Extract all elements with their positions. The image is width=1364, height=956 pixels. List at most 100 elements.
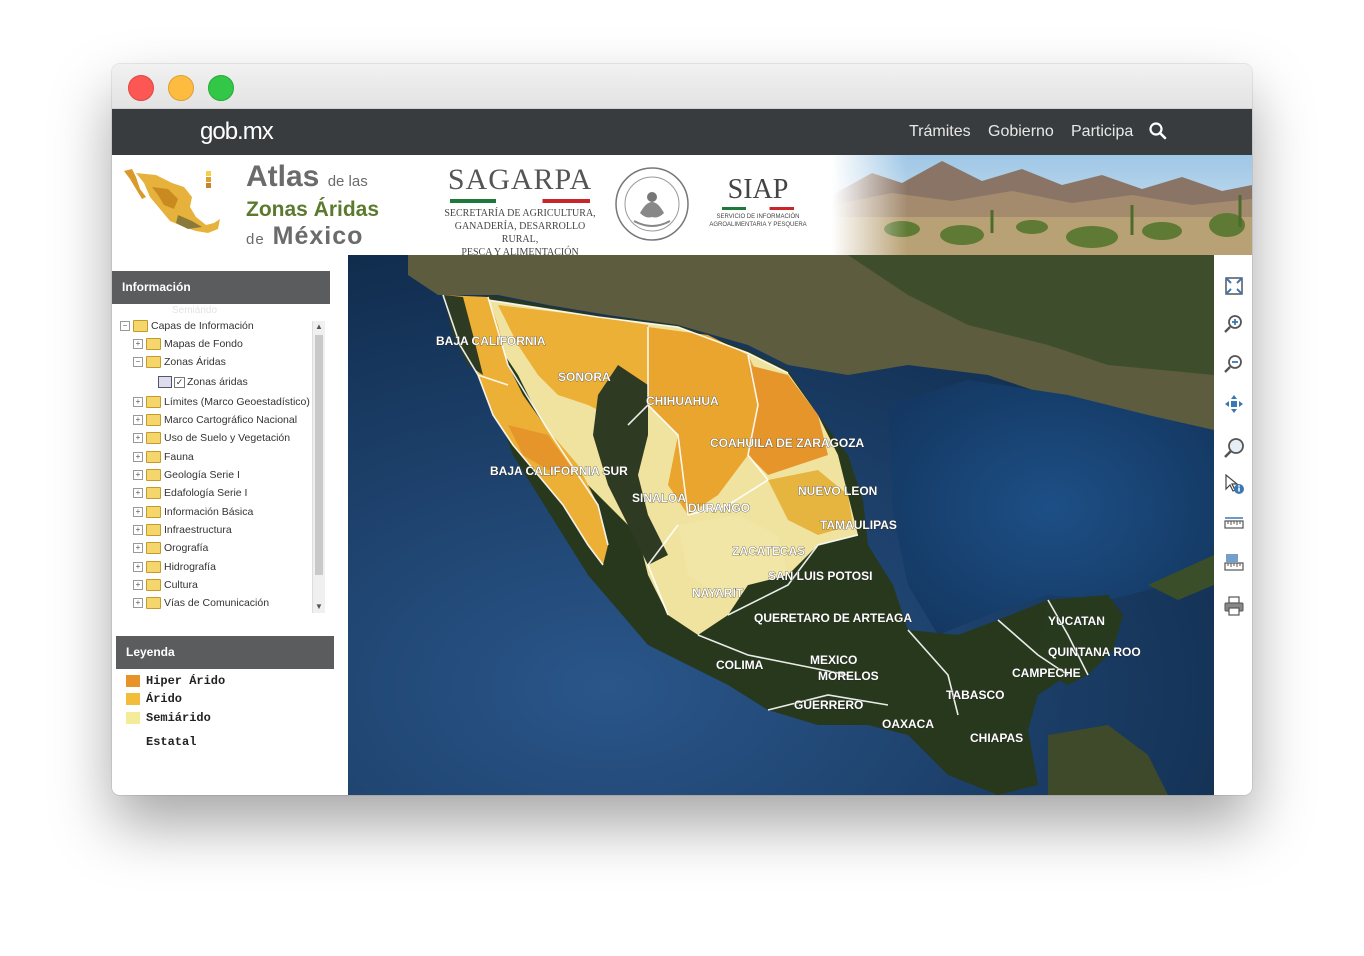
tree-item-label: Vías de Comunicación [164, 597, 270, 609]
folder-icon [146, 597, 161, 610]
state-label: YUCATAN [1048, 614, 1105, 628]
atlas-title: Atlas de las Zonas Áridas de México [246, 161, 379, 254]
sagarpa-subtitle-1: SECRETARÍA DE AGRICULTURA, [444, 208, 596, 219]
nav-tramites[interactable]: Trámites [909, 123, 971, 141]
state-label: SINALOA [632, 491, 686, 505]
state-label: ZACATECAS [732, 544, 805, 558]
tree-item-capas[interactable]: − Capas de Información [120, 317, 254, 335]
expand-icon[interactable]: + [133, 543, 143, 554]
layer-checkbox[interactable]: ✓ [174, 376, 185, 388]
tree-item-fauna[interactable]: + Fauna [133, 448, 194, 466]
zoom-window-button[interactable] [208, 75, 234, 101]
measure-area-icon[interactable] [1223, 551, 1245, 573]
tree-item-zonas-aridas[interactable]: − Zonas Áridas [133, 353, 226, 371]
full-extent-icon[interactable] [1223, 275, 1245, 297]
atlas-subtitle: Zonas Áridas [246, 198, 380, 221]
tree-item-limites[interactable]: + Límites (Marco Geoestadístico) [133, 393, 310, 411]
expand-icon[interactable]: + [133, 580, 143, 591]
magnifier-icon[interactable] [1223, 437, 1245, 459]
pan-icon[interactable] [1223, 393, 1245, 415]
map-viewer[interactable]: BAJA CALIFORNIA SONORA CHIHUAHUA COAHUIL… [348, 255, 1214, 795]
legend-swatch [126, 674, 140, 687]
tree-item-cultura[interactable]: + Cultura [133, 576, 198, 594]
expand-icon[interactable]: + [133, 415, 143, 426]
state-label: BAJA CALIFORNIA [436, 334, 546, 348]
state-label: QUINTANA ROO [1048, 645, 1141, 659]
folder-icon [146, 561, 161, 574]
state-label: TAMAULIPAS [820, 518, 897, 532]
expand-icon[interactable]: + [133, 470, 143, 481]
tree-scrollbar[interactable]: ▲ ▼ [312, 321, 325, 613]
tree-item-mapas-fondo[interactable]: + Mapas de Fondo [133, 335, 243, 353]
state-label: TABASCO [946, 688, 1004, 702]
map-toolbar [1214, 255, 1252, 795]
legend-item-hiper-arido: Hiper Árido [126, 673, 225, 689]
zoom-out-icon[interactable] [1223, 353, 1245, 375]
folder-icon [146, 524, 161, 537]
state-label: OAXACA [882, 717, 934, 731]
measure-icon[interactable] [1223, 513, 1245, 535]
state-label: COAHUILA DE ZARAGOZA [710, 436, 865, 450]
tree-item-hidrografia[interactable]: + Hidrografía [133, 558, 216, 576]
expand-icon[interactable]: + [133, 507, 143, 518]
tree-item-label: Edafología Serie I [164, 487, 248, 499]
zoom-in-icon[interactable] [1223, 313, 1245, 335]
tree-item-uso-suelo[interactable]: + Uso de Suelo y Vegetación [133, 429, 290, 447]
scroll-up-icon[interactable]: ▲ [313, 321, 325, 333]
folder-icon [146, 432, 161, 445]
tree-item-label: Infraestructura [164, 524, 232, 536]
legend-label: Semiárido [146, 711, 211, 725]
atlas-title-country: México [272, 222, 364, 250]
tree-item-zonas-aridas-layer[interactable]: ✓ Zonas áridas [158, 373, 248, 391]
sagarpa-name: SAGARPA [447, 163, 593, 196]
folder-icon [146, 469, 161, 482]
tree-item-geologia[interactable]: + Geología Serie I [133, 466, 240, 484]
tree-item-marco-cartografico[interactable]: + Marco Cartográfico Nacional [133, 411, 297, 429]
expand-icon[interactable]: + [133, 598, 143, 609]
gob-logo[interactable]: gob.mx [200, 118, 274, 146]
state-label: DURANGO [688, 501, 750, 515]
state-label: BAJA CALIFORNIA SUR [490, 464, 628, 478]
expand-icon[interactable]: + [133, 397, 143, 408]
browser-window: gob.mx Trámites Gobierno Participa Atlas… [112, 64, 1252, 795]
legend-label: Árido [146, 692, 183, 706]
minimize-window-button[interactable] [168, 75, 194, 101]
folder-icon [146, 579, 161, 592]
scroll-down-icon[interactable]: ▼ [313, 601, 325, 613]
legend-label: Estatal [146, 735, 197, 749]
expand-icon[interactable]: + [133, 452, 143, 463]
collapse-icon[interactable]: − [120, 321, 130, 332]
close-window-button[interactable] [128, 75, 154, 101]
nav-gobierno[interactable]: Gobierno [988, 123, 1054, 141]
state-label: SONORA [558, 370, 611, 384]
search-icon[interactable] [1148, 121, 1168, 141]
sagarpa-subtitle-2: GANADERÍA, DESARROLLO RURAL, [454, 221, 586, 245]
tree-item-infraestructura[interactable]: + Infraestructura [133, 521, 232, 539]
expand-icon[interactable]: + [133, 488, 143, 499]
expand-icon[interactable]: + [133, 525, 143, 536]
legend-swatch [126, 692, 140, 705]
scroll-thumb[interactable] [315, 335, 323, 575]
print-icon[interactable] [1223, 595, 1245, 617]
tree-item-vias[interactable]: + Vías de Comunicación [133, 594, 269, 612]
expand-icon[interactable]: + [133, 562, 143, 573]
atlas-title-de: de [246, 231, 265, 248]
sagarpa-logo: SAGARPA SECRETARÍA DE AGRICULTURA, GANAD… [442, 163, 598, 259]
collapse-icon[interactable]: − [133, 357, 143, 368]
tree-item-info-basica[interactable]: + Información Básica [133, 503, 253, 521]
state-label: GUERRERO [794, 698, 863, 712]
siap-subtitle-2: AGROALIMENTARIA Y PESQUERA [709, 222, 807, 228]
state-label: QUERETARO DE ARTEAGA [754, 611, 912, 625]
tree-item-label: Hidrografía [164, 561, 216, 573]
mexico-arid-zones-map[interactable]: BAJA CALIFORNIA SONORA CHIHUAHUA COAHUIL… [348, 255, 1214, 795]
folder-icon [133, 320, 148, 333]
tree-item-label: Capas de Información [151, 320, 254, 332]
expand-icon[interactable]: + [133, 339, 143, 350]
expand-icon[interactable]: + [133, 433, 143, 444]
tree-item-label: Uso de Suelo y Vegetación [164, 432, 291, 444]
tree-item-label: Cultura [164, 579, 198, 591]
tree-item-orografia[interactable]: + Orografía [133, 539, 208, 557]
tree-item-edafologia[interactable]: + Edafología Serie I [133, 484, 247, 502]
nav-participa[interactable]: Participa [1071, 123, 1133, 141]
identify-icon[interactable] [1223, 473, 1245, 495]
